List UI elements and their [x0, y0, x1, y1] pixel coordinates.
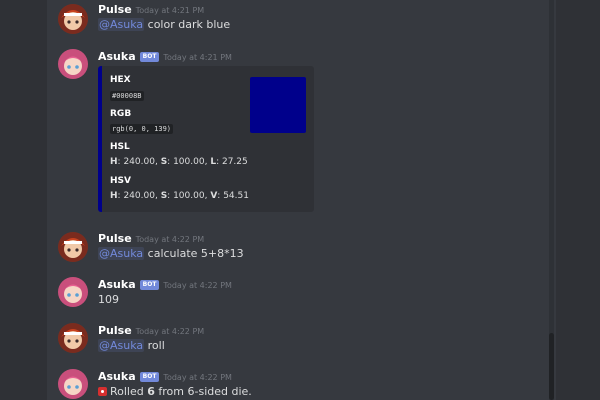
- message: Pulse Today at 4:21 PM @Asuka color dark …: [47, 0, 549, 40]
- author-name[interactable]: Asuka BOT Today at 4:21 PM: [98, 50, 232, 63]
- author-name[interactable]: Asuka BOT Today at 4:22 PM: [98, 370, 232, 383]
- color-swatch: [250, 77, 306, 133]
- author-name[interactable]: Pulse Today at 4:22 PM: [98, 232, 204, 245]
- author-name[interactable]: Asuka BOT Today at 4:22 PM: [98, 278, 232, 291]
- left-gutter: [0, 0, 47, 400]
- hex-label: HEX: [110, 75, 131, 85]
- rgb-value: rgb(0, 0, 139): [110, 124, 174, 134]
- message-content: Rolled 6 from 6-sided die.: [98, 385, 252, 398]
- avatar-pulse[interactable]: [58, 323, 88, 353]
- timestamp: Today at 4:21 PM: [163, 53, 232, 62]
- message-content: 109: [98, 293, 119, 306]
- author-name[interactable]: Pulse Today at 4:22 PM: [98, 324, 204, 337]
- message: Pulse Today at 4:22 PM @Asuka calculate 5…: [47, 228, 549, 268]
- bot-badge: BOT: [139, 280, 160, 290]
- message: Pulse Today at 4:22 PM @Asuka roll: [47, 320, 549, 360]
- author-name[interactable]: Pulse Today at 4:21 PM: [98, 3, 204, 16]
- mention[interactable]: @Asuka: [98, 18, 145, 31]
- avatar-pulse[interactable]: [58, 232, 88, 262]
- mention[interactable]: @Asuka: [98, 339, 145, 352]
- bot-badge: BOT: [139, 52, 160, 62]
- timestamp: Today at 4:21 PM: [135, 6, 205, 15]
- hsv-label: HSV: [110, 176, 131, 186]
- message: Asuka BOT Today at 4:22 PM Rolled 6 from 6…: [47, 366, 549, 400]
- timestamp: Today at 4:22 PM: [135, 235, 205, 244]
- mention[interactable]: @Asuka: [98, 247, 145, 260]
- right-gutter: [556, 0, 600, 400]
- color-embed: HEX #00008B RGB rgb(0, 0, 139) HSL H: 24…: [98, 66, 314, 212]
- rgb-label: RGB: [110, 109, 132, 119]
- message-content: @Asuka roll: [98, 339, 165, 352]
- avatar-pulse[interactable]: [58, 4, 88, 34]
- hex-value: #00008B: [110, 91, 144, 101]
- timestamp: Today at 4:22 PM: [163, 281, 232, 290]
- avatar-asuka[interactable]: [58, 277, 88, 307]
- message-content: @Asuka color dark blue: [98, 18, 231, 31]
- bot-badge: BOT: [139, 372, 160, 382]
- timestamp: Today at 4:22 PM: [163, 373, 232, 382]
- message: Asuka BOT Today at 4:22 PM 109: [47, 274, 549, 314]
- message-content: @Asuka calculate 5+8*13: [98, 247, 244, 260]
- hsv-value: H: 240.00, S: 100.00, V: 54.51: [110, 191, 249, 201]
- die-icon: [98, 387, 107, 396]
- message: Asuka BOT Today at 4:21 PM HEX #00008B RGB…: [47, 47, 549, 217]
- avatar-asuka[interactable]: [58, 369, 88, 399]
- avatar-asuka[interactable]: [58, 49, 88, 79]
- hsl-value: H: 240.00, S: 100.00, L: 27.25: [110, 157, 248, 167]
- hsl-label: HSL: [110, 142, 130, 152]
- timestamp: Today at 4:22 PM: [135, 327, 205, 336]
- scrollbar-thumb[interactable]: [549, 333, 554, 400]
